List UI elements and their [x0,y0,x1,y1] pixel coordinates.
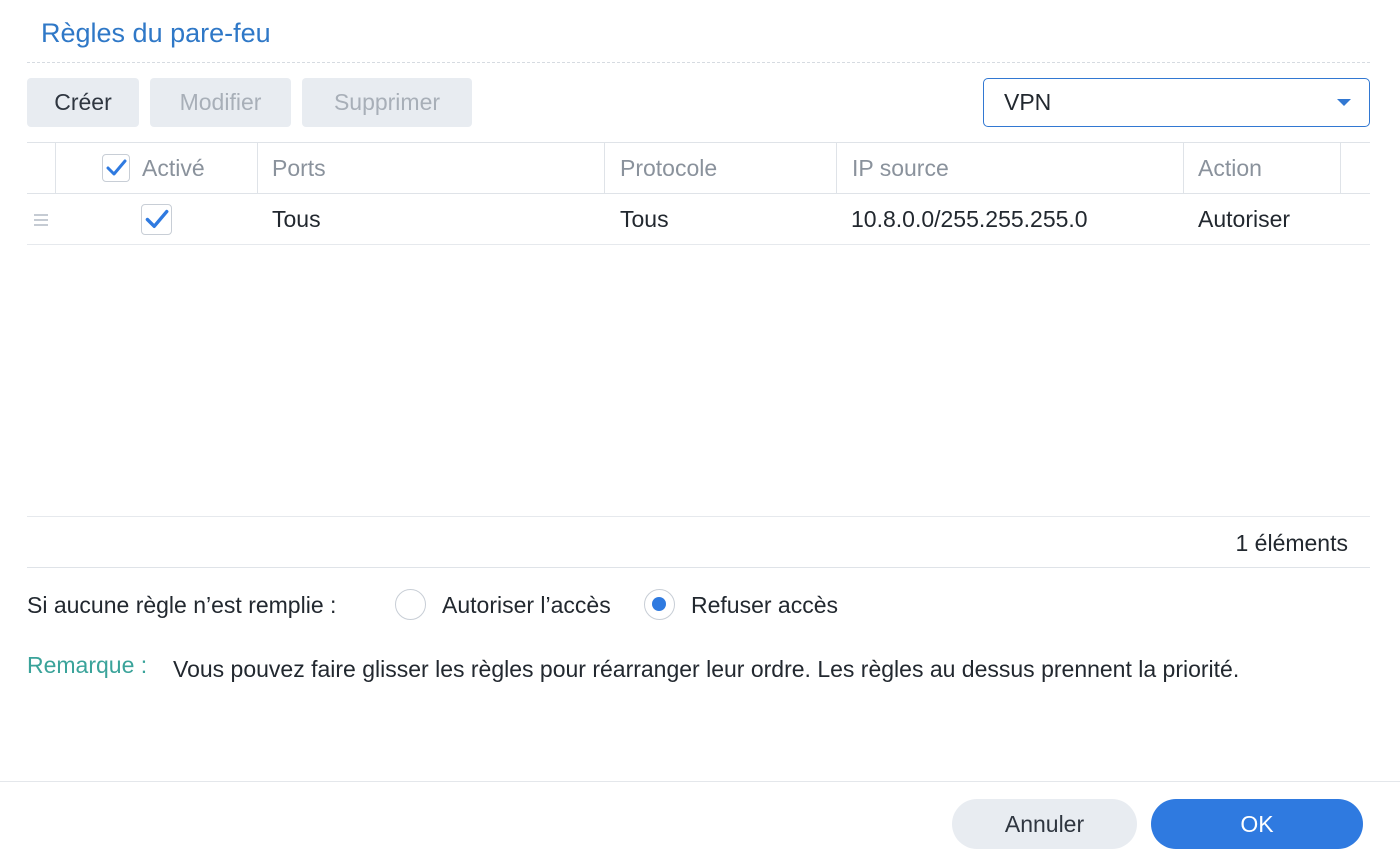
profile-select-value: VPN [1004,89,1052,115]
radio-allow[interactable] [395,589,426,620]
select-all-checkbox[interactable] [102,154,130,182]
item-count: 1 éléments [1235,530,1348,556]
ok-button[interactable]: OK [1151,799,1363,849]
radio-allow-label[interactable]: Autoriser l’accès [442,592,611,619]
column-header-protocol[interactable]: Protocole [620,155,717,182]
cell-action: Autoriser [1198,206,1291,232]
cancel-button[interactable]: Annuler [952,799,1137,849]
check-icon [145,209,169,229]
check-icon [106,159,127,176]
create-button[interactable]: Créer [27,78,139,127]
row-enabled-checkbox[interactable] [141,204,172,235]
drag-handle-icon[interactable] [34,214,48,229]
default-policy-label: Si aucune règle n’est remplie : [27,592,337,618]
table-header-border [27,193,1370,194]
note-label: Remarque : [27,652,148,678]
note-text: Vous pouvez faire glisser les règles pou… [173,656,1240,682]
radio-selected-dot [652,597,666,611]
table-footer-top [27,516,1370,517]
table-footer-bottom [27,567,1370,568]
dialog-title: Règles du pare-feu [41,18,271,48]
cell-protocol: Tous [620,206,669,232]
edit-button[interactable]: Modifier [150,78,291,127]
profile-select[interactable]: VPN [983,78,1370,127]
table-top-border [27,142,1370,143]
column-header-source-ip[interactable]: IP source [852,155,949,182]
title-divider [27,62,1370,63]
column-divider [1340,143,1341,193]
column-divider [1183,143,1184,193]
column-divider [257,143,258,193]
cell-ports: Tous [272,206,321,232]
column-divider [836,143,837,193]
column-divider [55,143,56,193]
radio-deny-label[interactable]: Refuser accès [691,592,838,619]
radio-deny[interactable] [644,589,675,620]
column-header-enabled[interactable]: Activé [142,155,205,182]
column-divider [604,143,605,193]
delete-button[interactable]: Supprimer [302,78,472,127]
cell-source-ip: 10.8.0.0/255.255.255.0 [851,206,1088,232]
chevron-down-icon [1337,99,1351,106]
column-header-action[interactable]: Action [1198,155,1262,182]
footer-divider [0,781,1400,782]
column-header-ports[interactable]: Ports [272,155,326,182]
row-divider [27,244,1370,245]
